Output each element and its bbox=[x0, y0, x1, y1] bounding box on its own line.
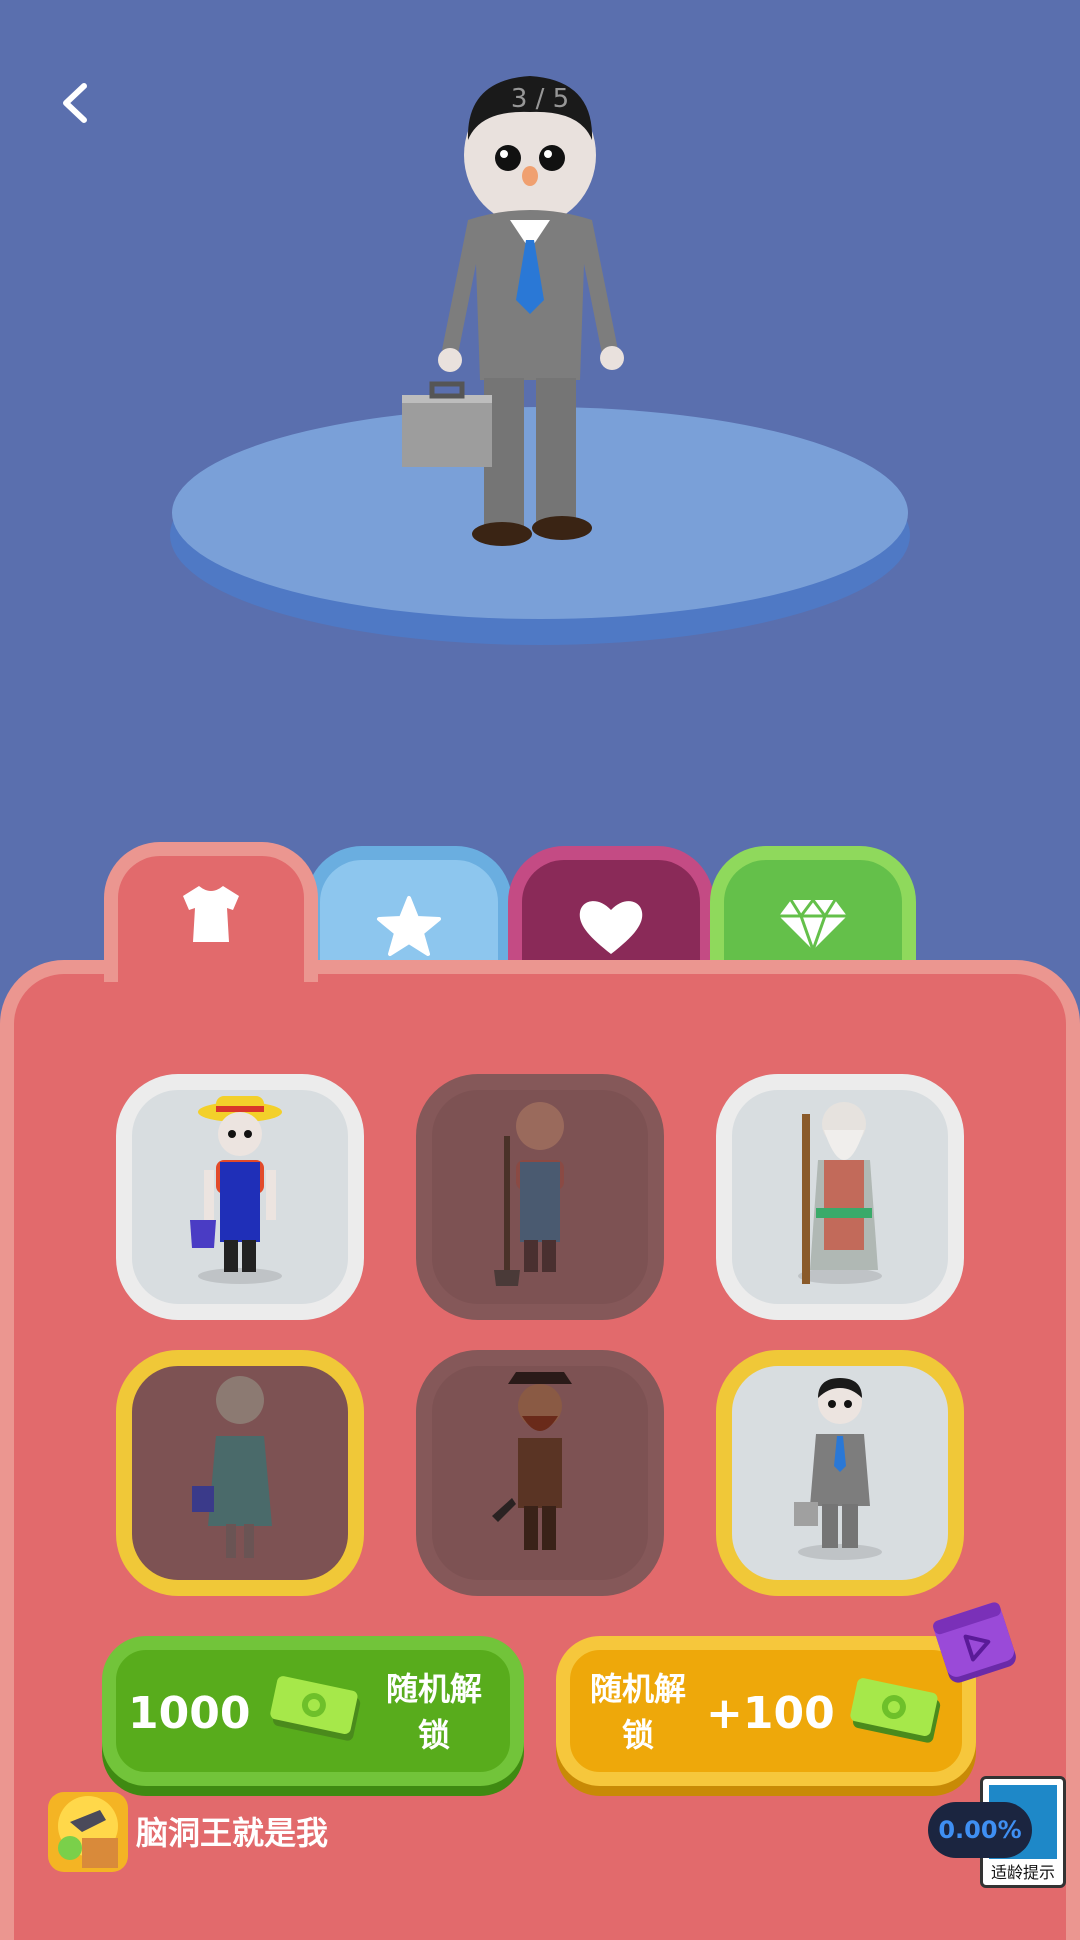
skin-slot-businessman[interactable] bbox=[716, 1350, 964, 1596]
skin-counter: 3 / 5 bbox=[510, 84, 570, 114]
cash-icon bbox=[270, 1676, 361, 1741]
tab-star[interactable] bbox=[306, 846, 512, 976]
diamond-icon bbox=[779, 898, 847, 952]
ad-random-unlock-button[interactable]: 随机解锁 +100 bbox=[556, 1636, 976, 1786]
skin-slot-woman-dress[interactable] bbox=[116, 1350, 364, 1596]
farmer-girl-figure bbox=[494, 1102, 564, 1286]
buy-label: 随机解锁 bbox=[385, 1670, 482, 1754]
buy-random-unlock-button[interactable]: 1000 随机解锁 bbox=[102, 1636, 524, 1786]
shirt-icon bbox=[183, 886, 239, 942]
app-name: 脑洞王就是我 bbox=[136, 1814, 329, 1852]
app-logo-icon bbox=[48, 1792, 128, 1872]
heart-icon bbox=[579, 901, 643, 954]
tab-gem[interactable] bbox=[710, 846, 916, 976]
skin-slot-farmer-girl[interactable] bbox=[416, 1074, 664, 1320]
businessman-figure bbox=[794, 1378, 882, 1560]
ad-label: 随机解锁 bbox=[589, 1670, 686, 1754]
progress-percent: 0.00% bbox=[928, 1802, 1032, 1858]
ad-reward: +100 bbox=[706, 1688, 835, 1739]
skin-slot-pirate[interactable] bbox=[416, 1350, 664, 1596]
buy-price: 1000 bbox=[128, 1688, 251, 1739]
old-wizard-figure bbox=[798, 1102, 882, 1284]
farmer-figure bbox=[190, 1096, 282, 1284]
woman-dress-figure bbox=[192, 1376, 272, 1558]
age-rating-label: 适龄提示 bbox=[990, 1863, 1055, 1882]
star-icon bbox=[377, 896, 441, 956]
main-character[interactable] bbox=[380, 50, 680, 560]
chevron-left-icon bbox=[63, 83, 87, 123]
tab-clothes[interactable] bbox=[104, 842, 318, 982]
pirate-figure bbox=[492, 1372, 572, 1550]
skin-slot-old-wizard[interactable] bbox=[716, 1074, 964, 1320]
video-ad-icon bbox=[933, 1602, 1016, 1683]
app-icon[interactable] bbox=[48, 1792, 128, 1872]
skin-slot-farmer[interactable] bbox=[116, 1074, 364, 1320]
tab-heart[interactable] bbox=[508, 846, 714, 976]
back-button[interactable] bbox=[52, 78, 102, 128]
